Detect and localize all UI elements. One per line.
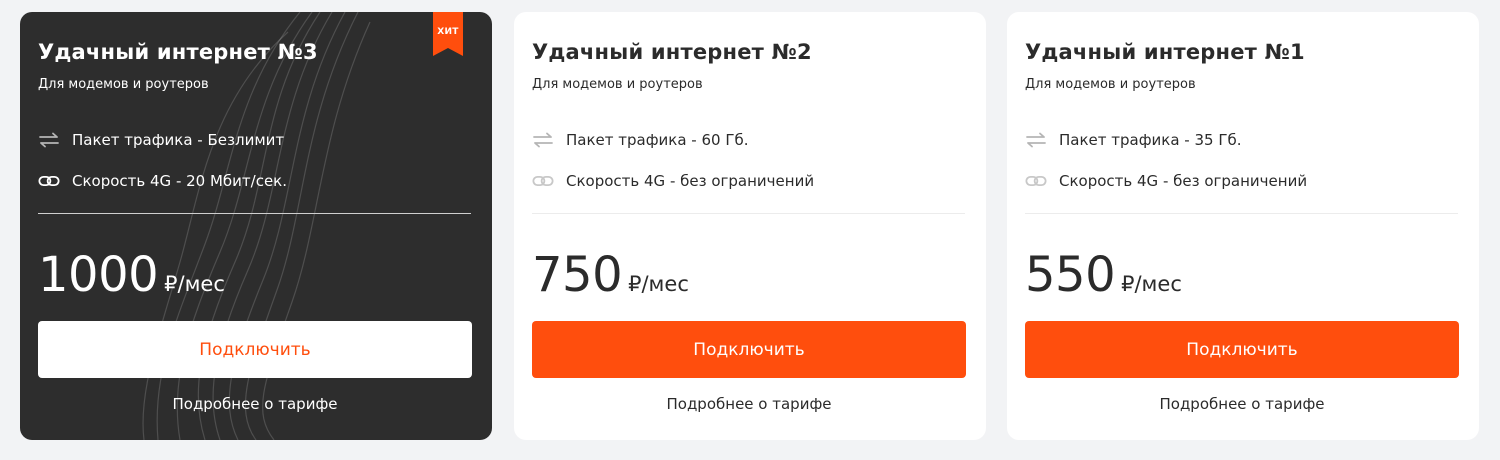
feature-speed-text: Скорость 4G - 20 Мбит/сек.	[72, 172, 288, 190]
tariff-details-link[interactable]: Подробнее о тарифе	[38, 395, 472, 413]
feature-speed: Скорость 4G - без ограничений	[1025, 170, 1307, 192]
price-unit: ₽/мес	[628, 272, 689, 296]
tariff-subtitle: Для модемов и роутеров	[1025, 77, 1196, 92]
tariff-price: 750 ₽/мес	[532, 246, 689, 304]
divider	[38, 213, 471, 214]
price-unit: ₽/мес	[164, 272, 225, 296]
tariff-details-link[interactable]: Подробнее о тарифе	[1025, 395, 1459, 413]
feature-traffic: Пакет трафика - 60 Гб.	[532, 129, 749, 151]
tariff-card-2: Удачный интернет №2 Для модемов и роутер…	[514, 12, 986, 440]
price-unit: ₽/мес	[1121, 272, 1182, 296]
feature-traffic: Пакет трафика - 35 Гб.	[1025, 129, 1242, 151]
link-chain-icon	[1025, 171, 1047, 191]
feature-speed-text: Скорость 4G - без ограничений	[1059, 172, 1308, 190]
feature-speed: Скорость 4G - 20 Мбит/сек.	[38, 170, 287, 192]
feature-speed: Скорость 4G - без ограничений	[532, 170, 814, 192]
link-chain-icon	[38, 171, 60, 191]
transfer-arrows-icon	[1025, 130, 1047, 150]
transfer-arrows-icon	[532, 130, 554, 150]
price-amount: 1000	[38, 247, 159, 303]
hit-badge-label: ХИТ	[437, 27, 459, 37]
tariff-subtitle: Для модемов и роутеров	[532, 77, 703, 92]
tariff-card-1: Удачный интернет №1 Для модемов и роутер…	[1007, 12, 1479, 440]
feature-traffic-text: Пакет трафика - 60 Гб.	[566, 131, 749, 149]
divider	[1025, 213, 1458, 214]
transfer-arrows-icon	[38, 130, 60, 150]
feature-traffic-text: Пакет трафика - 35 Гб.	[1059, 131, 1242, 149]
tariff-title: Удачный интернет №1	[1025, 40, 1305, 64]
tariff-title: Удачный интернет №2	[532, 40, 812, 64]
feature-traffic-text: Пакет трафика - Безлимит	[72, 131, 285, 149]
tariff-title: Удачный интернет №3	[38, 40, 318, 64]
connect-button[interactable]: Подключить	[38, 321, 472, 378]
tariff-price: 550 ₽/мес	[1025, 246, 1182, 304]
price-amount: 550	[1025, 247, 1116, 303]
link-chain-icon	[532, 171, 554, 191]
feature-speed-text: Скорость 4G - без ограничений	[566, 172, 815, 190]
tariff-subtitle: Для модемов и роутеров	[38, 77, 209, 92]
connect-button[interactable]: Подключить	[532, 321, 966, 378]
divider	[532, 213, 965, 214]
tariff-cards: ХИТ Удачный интернет №3 Для модемов и ро…	[0, 0, 1500, 460]
tariff-price: 1000 ₽/мес	[38, 246, 225, 304]
feature-traffic: Пакет трафика - Безлимит	[38, 129, 284, 151]
tariff-details-link[interactable]: Подробнее о тарифе	[532, 395, 966, 413]
connect-button[interactable]: Подключить	[1025, 321, 1459, 378]
tariff-card-3: ХИТ Удачный интернет №3 Для модемов и ро…	[20, 12, 492, 440]
price-amount: 750	[532, 247, 623, 303]
